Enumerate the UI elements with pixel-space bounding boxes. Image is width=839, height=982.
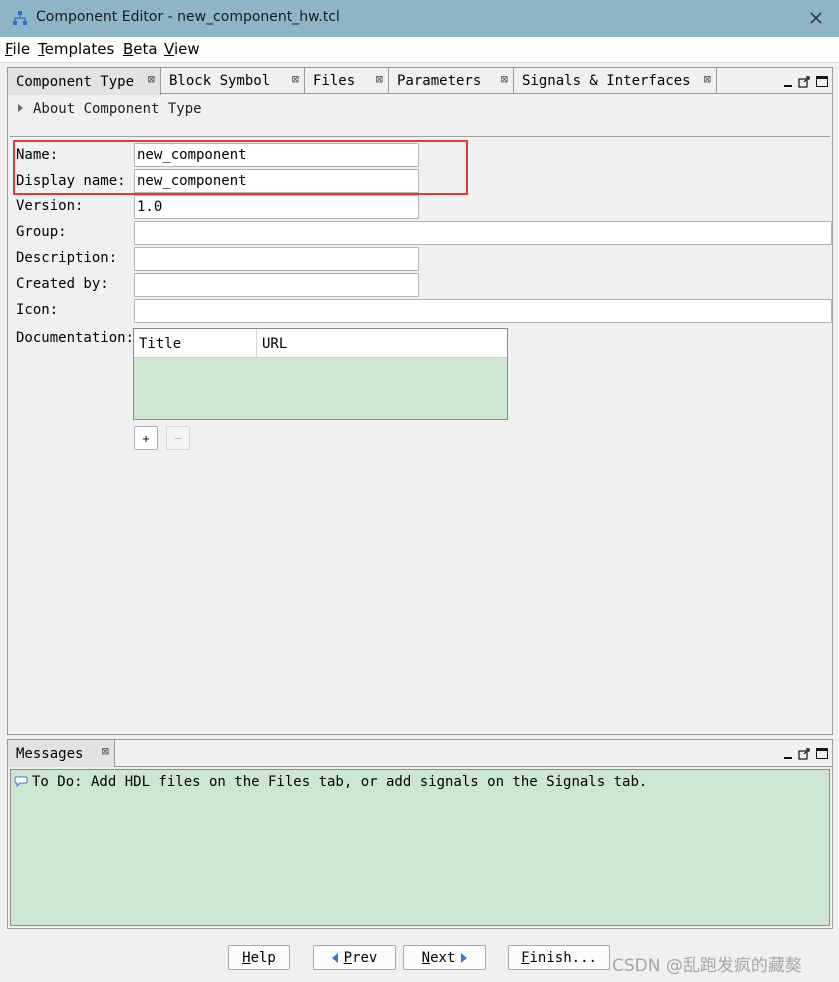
tab-close-icon[interactable]: ⊠: [704, 72, 711, 86]
minimize-icon[interactable]: [783, 747, 792, 759]
help-button[interactable]: Help: [228, 945, 290, 970]
arrow-right-icon: [461, 952, 468, 963]
tab-files[interactable]: Files ⊠: [305, 68, 389, 94]
icon-field[interactable]: [134, 299, 832, 323]
prev-button[interactable]: Prev: [313, 945, 396, 970]
detach-icon[interactable]: [798, 747, 810, 760]
maximize-icon[interactable]: [816, 748, 828, 759]
created-by-label: Created by:: [16, 276, 109, 292]
editor-panel: Component Type ⊠ Block Symbol ⊠ Files ⊠ …: [7, 67, 833, 735]
created-by-field[interactable]: [134, 273, 419, 297]
group-field[interactable]: [134, 221, 832, 245]
panel-controls: [783, 75, 828, 88]
close-icon: [810, 12, 822, 24]
column-header-url[interactable]: URL: [257, 329, 507, 358]
documentation-table[interactable]: Title URL: [133, 328, 508, 420]
menu-beta[interactable]: Beta: [123, 40, 158, 58]
close-button[interactable]: [799, 4, 833, 32]
documentation-table-header: Title URL: [134, 329, 507, 358]
icon-label: Icon:: [16, 302, 59, 318]
tab-close-icon[interactable]: ⊠: [292, 72, 299, 86]
documentation-label: Documentation:: [16, 330, 135, 346]
tab-messages[interactable]: Messages ⊠: [8, 740, 115, 767]
menu-templates[interactable]: Templates: [38, 40, 114, 58]
tab-signals-interfaces[interactable]: Signals & Interfaces ⊠: [514, 68, 717, 94]
version-field[interactable]: 1.0: [134, 195, 419, 219]
remove-documentation-button[interactable]: −: [166, 426, 190, 450]
editor-tab-strip: Component Type ⊠ Block Symbol ⊠ Files ⊠ …: [8, 68, 832, 95]
description-field[interactable]: [134, 247, 419, 271]
version-label: Version:: [16, 198, 84, 214]
tab-block-symbol[interactable]: Block Symbol ⊠: [161, 68, 305, 94]
highlight-annotation: [13, 140, 468, 195]
title-bar[interactable]: Component Editor - new_component_hw.tcl: [0, 0, 839, 37]
tab-component-type[interactable]: Component Type ⊠: [8, 68, 161, 95]
add-documentation-button[interactable]: +: [134, 426, 158, 450]
watermark-text: CSDN @乱跑发疯的藏獒: [612, 956, 802, 976]
minimize-icon[interactable]: [783, 75, 792, 87]
tab-parameters[interactable]: Parameters ⊠: [389, 68, 514, 94]
menu-bar: File Templates Beta View: [0, 37, 839, 63]
finish-button[interactable]: Finish...: [508, 945, 610, 970]
message-item[interactable]: To Do: Add HDL files on the Files tab, o…: [14, 774, 647, 790]
info-bubble-icon: [14, 775, 28, 788]
messages-panel: Messages ⊠ To Do: Add HDL files on the F…: [7, 739, 833, 929]
tab-close-icon[interactable]: ⊠: [376, 72, 383, 86]
window-title: Component Editor - new_component_hw.tcl: [36, 9, 340, 25]
menu-file[interactable]: File: [5, 40, 30, 58]
group-label: Group:: [16, 224, 67, 240]
menu-view[interactable]: View: [164, 40, 200, 58]
description-label: Description:: [16, 250, 118, 266]
hierarchy-icon: [12, 10, 28, 26]
arrow-left-icon: [331, 952, 338, 963]
tab-close-icon[interactable]: ⊠: [148, 72, 155, 86]
messages-tab-strip: Messages ⊠: [8, 740, 832, 767]
messages-list: To Do: Add HDL files on the Files tab, o…: [10, 769, 830, 926]
expand-triangle-icon: [18, 104, 23, 112]
about-component-type[interactable]: About Component Type: [18, 101, 202, 117]
separator: [10, 136, 830, 137]
maximize-icon[interactable]: [816, 76, 828, 87]
next-button[interactable]: Next: [403, 945, 486, 970]
panel-controls: [783, 747, 828, 760]
detach-icon[interactable]: [798, 75, 810, 88]
column-header-title[interactable]: Title: [134, 329, 257, 358]
tab-close-icon[interactable]: ⊠: [501, 72, 508, 86]
tab-close-icon[interactable]: ⊠: [102, 744, 109, 758]
